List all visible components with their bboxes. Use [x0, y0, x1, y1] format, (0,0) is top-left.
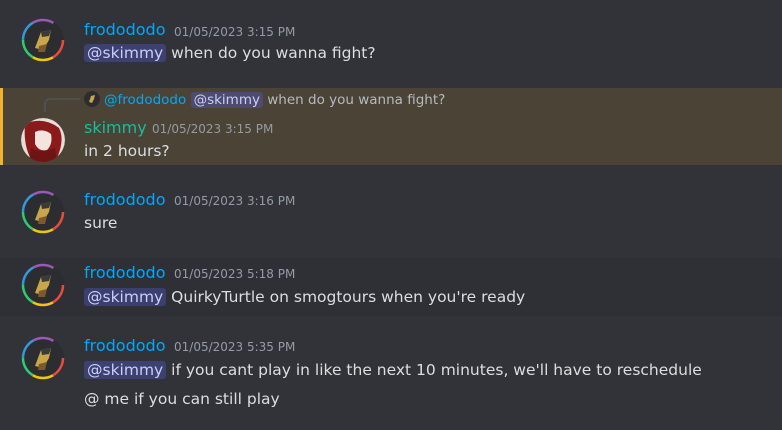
username[interactable]: frodododo: [84, 263, 165, 282]
username[interactable]: frodododo: [84, 20, 165, 39]
message-text: if you cant play in like the next 10 min…: [171, 361, 702, 379]
username[interactable]: frodododo: [84, 190, 165, 209]
message-content: @skimmy when do you wanna fight?: [84, 44, 376, 62]
avatar-frodododo[interactable]: [21, 336, 65, 380]
message-content: @skimmy if you cant play in like the nex…: [84, 361, 702, 379]
reply-text: when do you wanna fight?: [267, 92, 446, 108]
message-text: QuirkyTurtle on smogtours when you're re…: [171, 288, 526, 306]
timestamp: 01/05/2023 5:18 PM: [174, 267, 296, 281]
timestamp: 01/05/2023 3:15 PM: [152, 122, 274, 136]
avatar-skimmy[interactable]: [21, 118, 65, 162]
username[interactable]: frodododo: [84, 336, 165, 355]
username[interactable]: skimmy: [84, 118, 147, 137]
message-content: @skimmy QuirkyTurtle on smogtours when y…: [84, 288, 525, 306]
mention-highlight-bar: [0, 88, 3, 165]
avatar-frodododo[interactable]: [21, 263, 65, 307]
reply-spine: [44, 98, 80, 112]
avatar-frodododo[interactable]: [21, 190, 65, 234]
reply-preview[interactable]: @frodododo @skimmy when do you wanna fig…: [84, 91, 445, 108]
message-content: in 2 hours?: [84, 142, 170, 160]
message-text: sure: [84, 214, 118, 232]
user-mention[interactable]: @skimmy: [84, 288, 167, 306]
timestamp: 01/05/2023 3:15 PM: [174, 25, 296, 39]
timestamp: 01/05/2023 5:35 PM: [174, 340, 296, 354]
reply-author[interactable]: @frodododo: [104, 92, 186, 108]
message-text: when do you wanna fight?: [171, 44, 376, 62]
avatar-frodododo[interactable]: [21, 18, 65, 62]
user-mention[interactable]: @skimmy: [84, 44, 167, 62]
reply-mention[interactable]: @skimmy: [190, 92, 263, 108]
message-content: sure: [84, 214, 117, 232]
message-content-line-2: @ me if you can still play: [84, 390, 280, 408]
timestamp: 01/05/2023 3:16 PM: [174, 194, 296, 208]
user-mention[interactable]: @skimmy: [84, 361, 167, 379]
message-text: in 2 hours?: [84, 142, 170, 160]
message-text: @ me if you can still play: [84, 390, 280, 408]
reply-avatar: [84, 91, 100, 107]
